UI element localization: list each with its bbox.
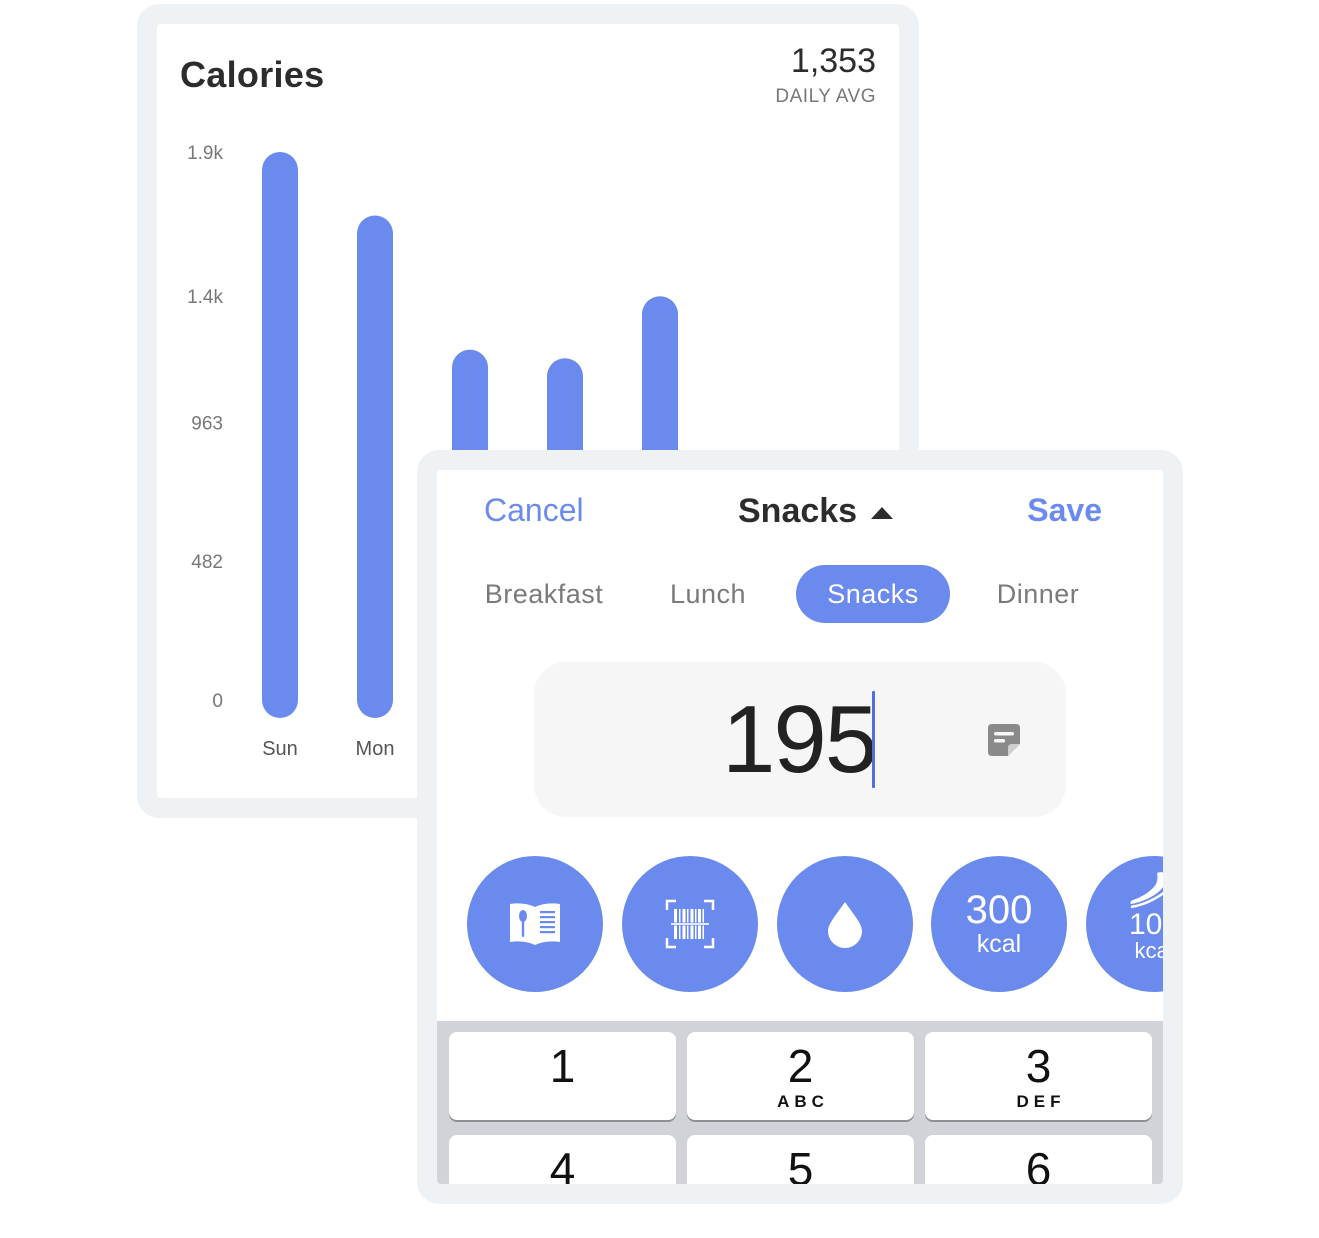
quick-add-300-value: 300 — [965, 888, 1033, 932]
tab-lunch[interactable]: Lunch — [650, 565, 766, 623]
water-button[interactable] — [777, 856, 913, 992]
quick-add-row: 300 kcal 100 kcal — [437, 856, 1163, 992]
meal-title: Snacks — [738, 492, 858, 530]
menu-book-icon — [510, 903, 560, 945]
barcode-scan-icon — [665, 899, 715, 949]
caret-up-icon — [871, 506, 894, 519]
text-cursor — [872, 691, 875, 788]
bar-mon — [357, 215, 393, 718]
key-5-number: 5 — [787, 1143, 814, 1184]
tab-snacks[interactable]: Snacks — [796, 565, 950, 623]
water-drop-icon — [828, 902, 862, 948]
key-1[interactable]: 1 — [449, 1032, 676, 1120]
calorie-input-value: 195 — [722, 686, 878, 793]
entry-card-body: Cancel Snacks Save Breakfast Lunch Snack… — [437, 470, 1163, 1184]
y-tick-label: 963 — [191, 413, 223, 434]
meal-selector[interactable]: Snacks — [738, 492, 894, 531]
y-tick-label: 482 — [191, 552, 223, 573]
meal-tabs: Breakfast Lunch Snacks Dinner — [437, 565, 1163, 623]
x-category-label: Sun — [262, 738, 298, 760]
key-3-letters: DEF — [1016, 1092, 1066, 1111]
key-2-number: 2 — [787, 1040, 814, 1092]
key-2[interactable]: 2 ABC — [687, 1032, 914, 1120]
y-tick-label: 0 — [212, 691, 223, 712]
key-3[interactable]: 3 DEF — [925, 1032, 1152, 1120]
tab-breakfast[interactable]: Breakfast — [466, 565, 622, 623]
key-4-number: 4 — [549, 1143, 576, 1184]
food-menu-button[interactable] — [467, 856, 603, 992]
quick-add-100-value: 100 — [1128, 908, 1163, 941]
barcode-scan-button[interactable] — [622, 856, 758, 992]
number-keypad: 1 2 ABC 3 DEF 4 5 6 — [437, 1021, 1163, 1184]
key-3-number: 3 — [1025, 1040, 1052, 1092]
save-button[interactable]: Save — [1027, 492, 1102, 529]
key-4[interactable]: 4 — [449, 1135, 676, 1184]
cancel-button[interactable]: Cancel — [484, 492, 584, 529]
entry-card: Cancel Snacks Save Breakfast Lunch Snack… — [417, 450, 1183, 1204]
tab-dinner[interactable]: Dinner — [978, 565, 1098, 623]
entry-topbar: Cancel Snacks Save — [437, 470, 1163, 560]
key-1-number: 1 — [549, 1040, 576, 1092]
key-6[interactable]: 6 — [925, 1135, 1152, 1184]
quick-add-300-unit: kcal — [976, 930, 1022, 958]
shoe-icon — [1130, 872, 1163, 909]
note-icon[interactable] — [985, 721, 1023, 759]
key-6-number: 6 — [1025, 1143, 1052, 1184]
key-5[interactable]: 5 — [687, 1135, 914, 1184]
y-tick-label: 1.9k — [187, 143, 223, 164]
calorie-input[interactable]: 195 — [534, 662, 1066, 817]
bar-sun — [262, 152, 298, 718]
x-category-label: Mon — [356, 738, 395, 760]
quick-add-100-unit: kcal — [1134, 938, 1163, 963]
y-tick-label: 1.4k — [187, 287, 223, 308]
key-2-letters: ABC — [777, 1092, 829, 1111]
quick-add-300-button[interactable]: 300 kcal — [931, 856, 1067, 992]
quick-add-100-button[interactable]: 100 kcal — [1086, 856, 1163, 992]
